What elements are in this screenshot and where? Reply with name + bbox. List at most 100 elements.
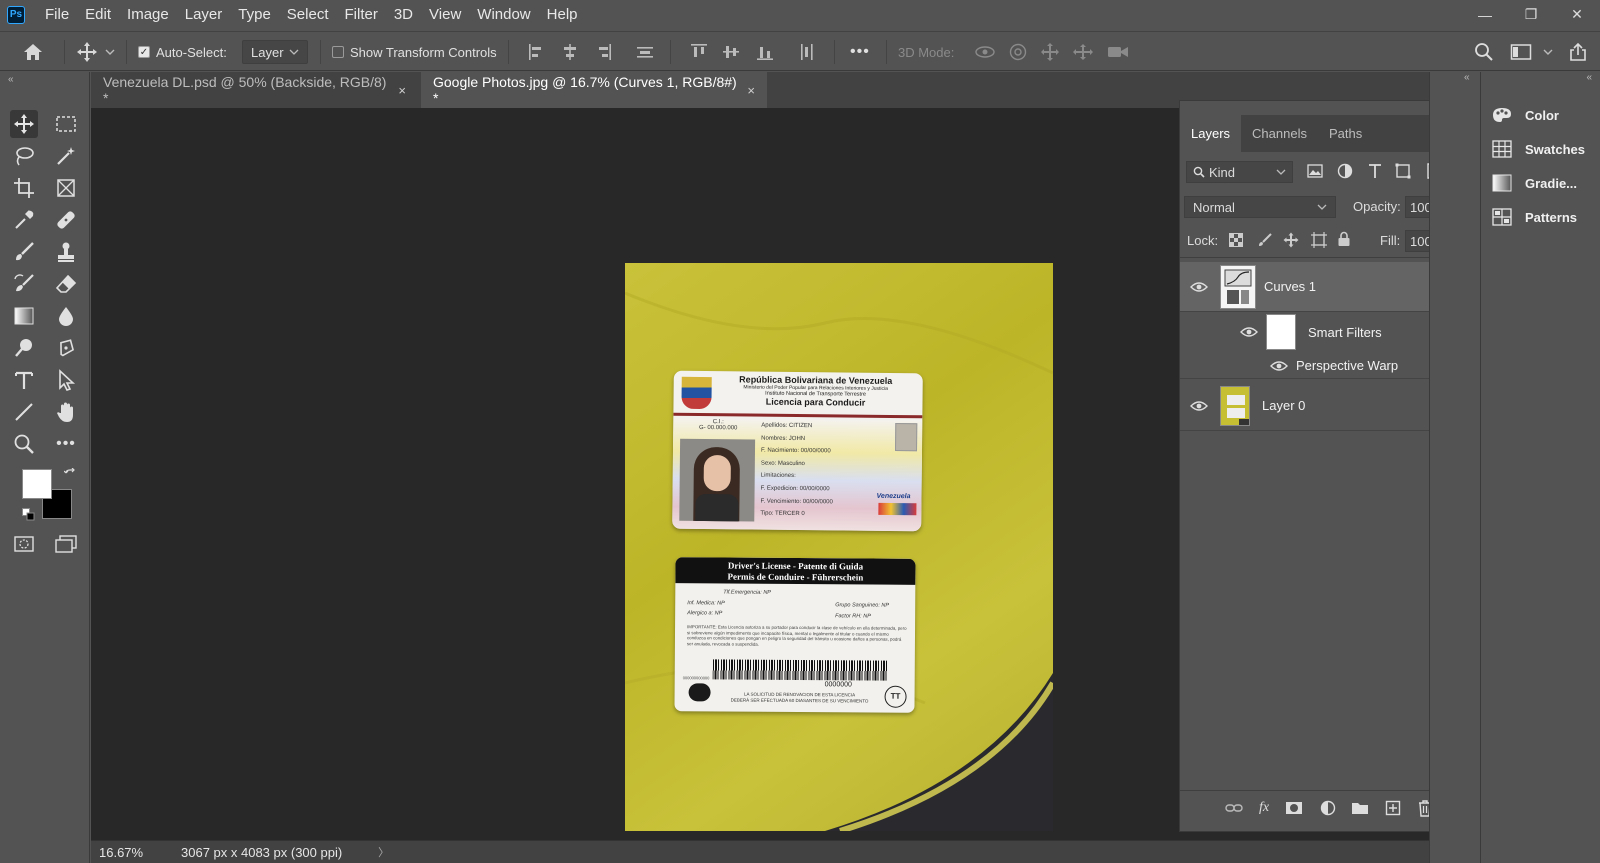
menu-file[interactable]: File xyxy=(37,0,77,29)
zoom-level[interactable]: 16.67% xyxy=(99,845,171,860)
filter-shape-button[interactable] xyxy=(1394,162,1412,180)
filter-kind-dropdown[interactable]: Kind xyxy=(1186,161,1293,183)
auto-select-checkbox[interactable]: ✓ Auto-Select: xyxy=(138,32,227,72)
menu-image[interactable]: Image xyxy=(119,0,177,29)
align-bottom-button[interactable] xyxy=(756,32,774,72)
close-tab-icon[interactable]: × xyxy=(398,83,406,98)
image-canvas[interactable]: República Bolivariana de Venezuela Minis… xyxy=(625,263,1053,831)
3d-scale-button[interactable] xyxy=(1106,32,1130,72)
link-layers-icon[interactable] xyxy=(1225,801,1243,815)
line-tool[interactable] xyxy=(10,398,38,426)
tab-layers[interactable]: Layers xyxy=(1180,115,1242,152)
foreground-color-swatch[interactable] xyxy=(22,469,52,499)
move-tool[interactable] xyxy=(10,110,38,138)
menu-filter[interactable]: Filter xyxy=(337,0,386,29)
3d-slide-button[interactable] xyxy=(1072,32,1094,72)
tab-channels[interactable]: Channels xyxy=(1241,115,1318,152)
3d-orbit-button[interactable] xyxy=(974,32,996,72)
lock-pixels-button[interactable] xyxy=(1257,232,1273,248)
lock-all-button[interactable] xyxy=(1337,231,1351,247)
add-layer-style-button[interactable]: fx xyxy=(1259,800,1269,816)
blend-mode-dropdown[interactable]: Normal xyxy=(1184,196,1336,218)
lock-transparent-button[interactable] xyxy=(1229,233,1243,247)
menu-help[interactable]: Help xyxy=(539,0,586,29)
perspective-warp-row[interactable]: Perspective Warp xyxy=(1180,353,1452,379)
move-tool-preset-button[interactable] xyxy=(76,32,116,72)
eye-icon[interactable] xyxy=(1190,281,1208,293)
close-tab-icon[interactable]: × xyxy=(747,83,755,98)
auto-select-dropdown[interactable]: Layer xyxy=(242,40,308,64)
new-group-folder-icon[interactable] xyxy=(1351,800,1369,816)
eye-icon[interactable] xyxy=(1240,326,1258,338)
home-button[interactable] xyxy=(22,32,44,72)
hand-tool[interactable] xyxy=(52,398,80,426)
distribute-vertical-button[interactable] xyxy=(636,32,654,72)
filter-adjustment-button[interactable] xyxy=(1336,162,1354,180)
frame-tool[interactable] xyxy=(52,174,80,202)
add-mask-icon[interactable] xyxy=(1285,801,1303,815)
blur-tool[interactable] xyxy=(52,302,80,330)
layer-row-curves-1[interactable]: Curves 1 xyxy=(1180,262,1452,312)
dock-color[interactable]: Color xyxy=(1491,106,1559,124)
swap-colors-button[interactable] xyxy=(64,468,76,480)
collapse-dock-icon[interactable]: « xyxy=(1464,72,1470,83)
tab-paths[interactable]: Paths xyxy=(1318,115,1373,152)
screen-mode-button[interactable] xyxy=(52,530,80,558)
filter-type-button[interactable] xyxy=(1366,162,1384,180)
dock-gradients[interactable]: Gradie... xyxy=(1491,174,1577,192)
eye-icon[interactable] xyxy=(1190,400,1208,412)
lock-position-button[interactable] xyxy=(1283,232,1299,248)
3d-pan-button[interactable] xyxy=(1040,32,1060,72)
layer-row-layer-0[interactable]: Layer 0 xyxy=(1180,381,1452,431)
menu-view[interactable]: View xyxy=(421,0,469,29)
menu-3d[interactable]: 3D xyxy=(386,0,421,29)
new-layer-icon[interactable] xyxy=(1385,800,1401,816)
lasso-tool[interactable] xyxy=(10,142,38,170)
marquee-tool[interactable] xyxy=(52,110,80,138)
collapse-tools-icon[interactable]: « xyxy=(8,74,14,85)
align-left-button[interactable] xyxy=(528,32,544,72)
eye-icon[interactable] xyxy=(1270,360,1288,372)
workspace-button[interactable] xyxy=(1510,32,1554,72)
brush-tool[interactable] xyxy=(10,238,38,266)
new-adjustment-layer-icon[interactable] xyxy=(1319,799,1337,817)
menu-edit[interactable]: Edit xyxy=(77,0,119,29)
healing-brush-tool[interactable] xyxy=(52,206,80,234)
clone-stamp-tool[interactable] xyxy=(52,238,80,266)
default-colors-button[interactable] xyxy=(22,508,36,522)
doc-tab-venezuela-dl[interactable]: Venezuela DL.psd @ 50% (Backside, RGB/8)… xyxy=(91,72,418,108)
dock-patterns[interactable]: Patterns xyxy=(1491,208,1577,226)
filter-pixel-button[interactable] xyxy=(1306,162,1324,180)
doc-tab-google-photos[interactable]: Google Photos.jpg @ 16.7% (Curves 1, RGB… xyxy=(421,72,767,108)
expand-dock-icon[interactable]: « xyxy=(1586,72,1592,83)
zoom-tool[interactable] xyxy=(10,430,38,458)
path-selection-tool[interactable] xyxy=(52,366,80,394)
dock-swatches[interactable]: Swatches xyxy=(1491,140,1585,158)
crop-tool[interactable] xyxy=(10,174,38,202)
smart-filters-row[interactable]: Smart Filters xyxy=(1180,312,1452,352)
align-center-button[interactable] xyxy=(562,32,578,72)
align-middle-button[interactable] xyxy=(722,32,740,72)
gradient-tool[interactable] xyxy=(10,302,38,330)
eyedropper-tool[interactable] xyxy=(10,206,38,234)
lock-artboard-button[interactable] xyxy=(1311,232,1327,248)
dodge-tool[interactable] xyxy=(10,334,38,362)
magic-wand-tool[interactable] xyxy=(52,142,80,170)
show-transform-controls-checkbox[interactable]: Show Transform Controls xyxy=(332,32,497,72)
more-options-button[interactable]: ••• xyxy=(850,32,870,72)
quick-mask-button[interactable] xyxy=(10,530,38,558)
type-tool[interactable] xyxy=(10,366,38,394)
edit-toolbar-button[interactable]: ••• xyxy=(52,430,80,458)
menu-type[interactable]: Type xyxy=(230,0,279,29)
search-button[interactable] xyxy=(1474,32,1494,72)
minimize-button[interactable]: — xyxy=(1462,0,1508,29)
eraser-tool[interactable] xyxy=(52,270,80,298)
restore-button[interactable]: ❐ xyxy=(1508,0,1554,29)
status-menu-arrow-icon[interactable]: 〉 xyxy=(378,844,389,860)
menu-layer[interactable]: Layer xyxy=(177,0,231,29)
close-window-button[interactable]: ✕ xyxy=(1554,0,1600,29)
share-button[interactable] xyxy=(1568,32,1588,72)
align-top-button[interactable] xyxy=(690,32,708,72)
menu-select[interactable]: Select xyxy=(279,0,337,29)
distribute-horizontal-button[interactable] xyxy=(798,32,816,72)
